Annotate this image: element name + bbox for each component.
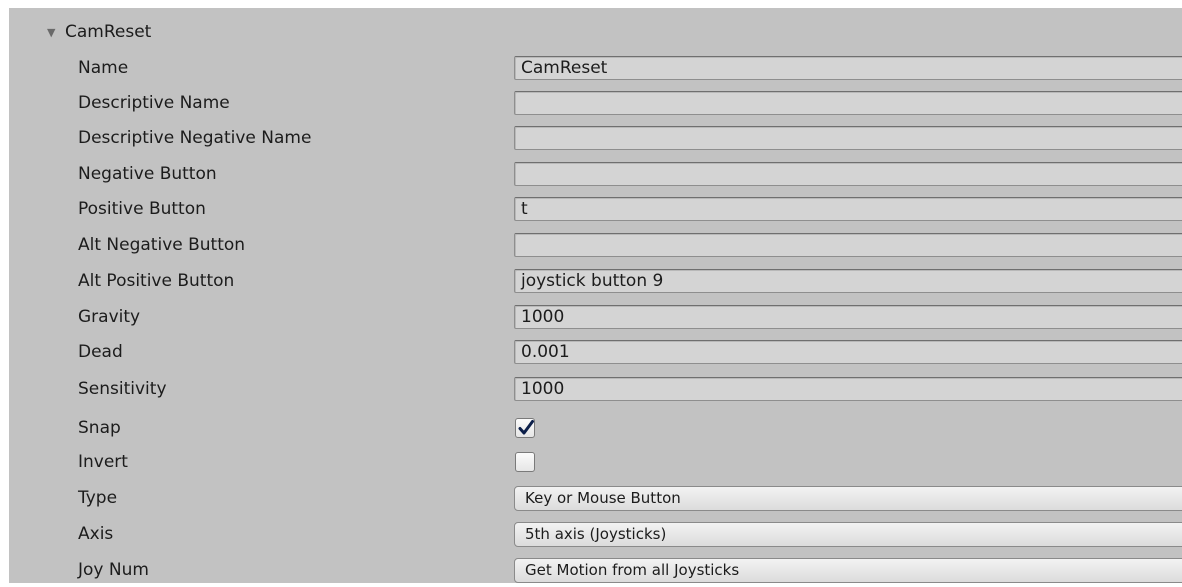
- row-name: Name CamReset: [0, 51, 1182, 85]
- joy-num-dropdown[interactable]: Get Motion from all Joysticks: [514, 558, 1182, 583]
- alt-negative-button-field[interactable]: [514, 233, 1182, 257]
- positive-button-label: Positive Button: [78, 199, 206, 219]
- row-negative-button: Negative Button: [0, 157, 1182, 191]
- row-type: Type Key or Mouse Button: [0, 481, 1182, 515]
- descriptive-negative-name-label: Descriptive Negative Name: [78, 128, 312, 148]
- dead-field[interactable]: 0.001: [514, 340, 1182, 364]
- checkmark-icon: [518, 420, 534, 435]
- negative-button-label: Negative Button: [78, 164, 217, 184]
- snap-label: Snap: [78, 418, 121, 438]
- axis-label: Axis: [78, 524, 114, 544]
- type-label: Type: [78, 488, 118, 508]
- row-alt-positive-button: Alt Positive Button joystick button 9: [0, 264, 1182, 298]
- alt-positive-button-field[interactable]: joystick button 9: [514, 269, 1182, 293]
- negative-button-field[interactable]: [514, 162, 1182, 186]
- gravity-field[interactable]: 1000: [514, 305, 1182, 329]
- row-joy-num: Joy Num Get Motion from all Joysticks: [0, 553, 1182, 587]
- row-descriptive-negative-name: Descriptive Negative Name: [0, 121, 1182, 155]
- row-positive-button: Positive Button t: [0, 192, 1182, 226]
- descriptive-name-label: Descriptive Name: [78, 93, 230, 113]
- row-alt-negative-button: Alt Negative Button: [0, 228, 1182, 262]
- invert-label: Invert: [78, 452, 128, 472]
- positive-button-field[interactable]: t: [514, 197, 1182, 221]
- sensitivity-label: Sensitivity: [78, 379, 167, 399]
- name-field[interactable]: CamReset: [514, 56, 1182, 80]
- type-dropdown[interactable]: Key or Mouse Button: [514, 486, 1182, 511]
- row-sensitivity: Sensitivity 1000: [0, 372, 1182, 406]
- row-axis: Axis 5th axis (Joysticks): [0, 517, 1182, 551]
- sensitivity-field[interactable]: 1000: [514, 377, 1182, 401]
- name-label: Name: [78, 58, 129, 78]
- row-snap: Snap: [0, 411, 1182, 445]
- snap-checkbox[interactable]: [515, 418, 535, 438]
- dead-label: Dead: [78, 342, 123, 362]
- descriptive-name-field[interactable]: [514, 91, 1182, 115]
- row-invert: Invert: [0, 445, 1182, 479]
- descriptive-negative-name-field[interactable]: [514, 126, 1182, 150]
- alt-negative-button-label: Alt Negative Button: [78, 235, 246, 255]
- section-title: CamReset: [65, 22, 152, 42]
- joy-num-label: Joy Num: [78, 560, 149, 580]
- row-descriptive-name: Descriptive Name: [0, 86, 1182, 120]
- axis-dropdown[interactable]: 5th axis (Joysticks): [514, 522, 1182, 547]
- foldout-expanded-icon[interactable]: ▼: [47, 26, 61, 39]
- invert-checkbox[interactable]: [515, 452, 535, 472]
- alt-positive-button-label: Alt Positive Button: [78, 271, 235, 291]
- row-gravity: Gravity 1000: [0, 300, 1182, 334]
- gravity-label: Gravity: [78, 307, 141, 327]
- section-header-camreset[interactable]: ▼ CamReset: [47, 20, 151, 44]
- row-dead: Dead 0.001: [0, 335, 1182, 369]
